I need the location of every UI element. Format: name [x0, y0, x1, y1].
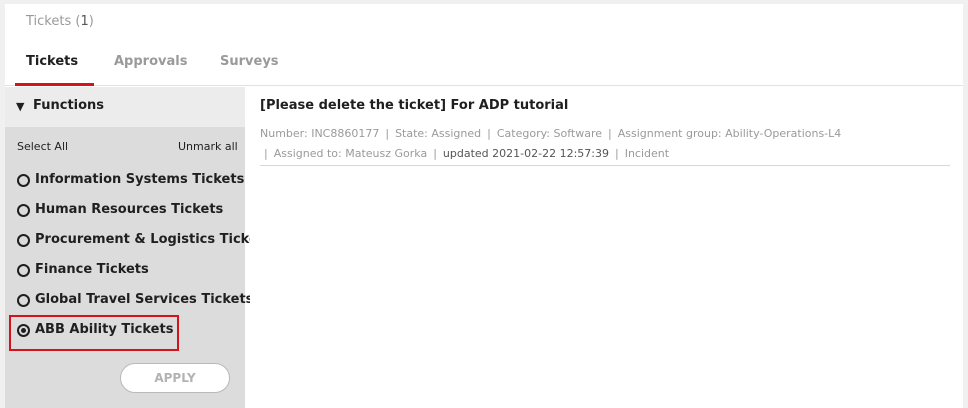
- radio-unchecked-icon[interactable]: [17, 294, 30, 307]
- ticket-title-link[interactable]: [Please delete the ticket] For ADP tutor…: [260, 98, 568, 113]
- ticket-meta-line-2: | Assigned to: Mateusz Gorka | updated 2021…: [264, 147, 670, 160]
- radio-unchecked-icon[interactable]: [17, 174, 30, 187]
- tab-tickets[interactable]: Tickets: [26, 54, 78, 69]
- page-title-label: Tickets: [26, 14, 72, 29]
- function-option-global-travel[interactable]: Global Travel Services Tickets: [15, 290, 250, 312]
- tab-approvals[interactable]: Approvals: [114, 54, 187, 69]
- function-option-information-systems[interactable]: Information Systems Tickets: [15, 170, 250, 192]
- functions-heading: Functions: [33, 98, 105, 113]
- option-label: Human Resources Tickets: [35, 202, 224, 217]
- tickets-panel: Tickets (1) Tickets Approvals Surveys ▼ …: [5, 4, 963, 408]
- radio-unchecked-icon[interactable]: [17, 264, 30, 277]
- ticket-assigned-to: Assigned to: Mateusz Gorka: [273, 147, 428, 160]
- tab-surveys[interactable]: Surveys: [220, 54, 279, 69]
- ticket-type: Incident: [624, 147, 670, 160]
- function-option-human-resources[interactable]: Human Resources Tickets: [15, 200, 250, 222]
- ticket-number: Number: INC8860177: [260, 127, 380, 140]
- apply-button[interactable]: APPLY: [120, 363, 230, 393]
- tab-bar: Tickets Approvals Surveys: [5, 44, 963, 86]
- radio-unchecked-icon[interactable]: [17, 204, 30, 217]
- functions-header[interactable]: ▼ Functions: [5, 87, 245, 127]
- ticket-category: Category: Software: [496, 127, 602, 140]
- function-option-procurement-logistics[interactable]: Procurement & Logistics Tickets: [15, 230, 250, 252]
- select-all-link[interactable]: Select All: [17, 140, 68, 153]
- option-label: Procurement & Logistics Tickets: [35, 232, 250, 247]
- ticket-state: State: Assigned: [395, 127, 482, 140]
- active-tab-indicator: [15, 83, 94, 86]
- unmark-all-link[interactable]: Unmark all: [178, 140, 238, 153]
- radio-unchecked-icon[interactable]: [17, 234, 30, 247]
- selection-highlight: [9, 315, 179, 351]
- ticket-divider: [260, 165, 950, 166]
- triangle-down-icon: ▼: [16, 100, 25, 113]
- functions-sidebar: ▼ Functions Select All Unmark all Inform…: [5, 87, 250, 408]
- function-option-finance[interactable]: Finance Tickets: [15, 260, 250, 282]
- ticket-updated: updated 2021-02-22 12:57:39: [442, 147, 609, 160]
- ticket-meta-line-1: Number: INC8860177 | State: Assigned | Categ…: [260, 127, 842, 140]
- option-label: Information Systems Tickets: [35, 172, 245, 187]
- option-label: Global Travel Services Tickets: [35, 292, 250, 307]
- option-label: Finance Tickets: [35, 262, 149, 277]
- ticket-assignment-group: Assignment group: Ability-Operations-L4: [617, 127, 842, 140]
- ticket-count: 1: [80, 14, 89, 29]
- page-title: Tickets (1): [26, 14, 94, 29]
